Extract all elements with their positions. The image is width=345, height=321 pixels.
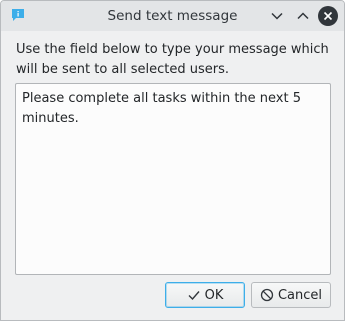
ok-button-label: OK <box>204 287 224 303</box>
message-textarea[interactable]: Please complete all tasks within the nex… <box>15 83 331 275</box>
cancel-button[interactable]: Cancel <box>251 282 331 308</box>
ok-button[interactable]: OK <box>165 282 245 308</box>
close-icon <box>323 11 333 21</box>
checkmark-icon <box>188 291 200 301</box>
cancel-icon <box>260 288 274 302</box>
chevron-up-icon <box>297 12 309 20</box>
chevron-down-icon <box>271 12 283 20</box>
description-label: Use the field below to type your message… <box>16 42 329 77</box>
titlebar[interactable]: Send text message <box>1 1 344 31</box>
close-button[interactable] <box>318 6 338 26</box>
cancel-button-label: Cancel <box>277 287 323 303</box>
dialog-window: Send text message Use the field below to… <box>0 0 345 321</box>
maximize-button[interactable] <box>293 6 313 26</box>
minimize-button[interactable] <box>267 6 287 26</box>
